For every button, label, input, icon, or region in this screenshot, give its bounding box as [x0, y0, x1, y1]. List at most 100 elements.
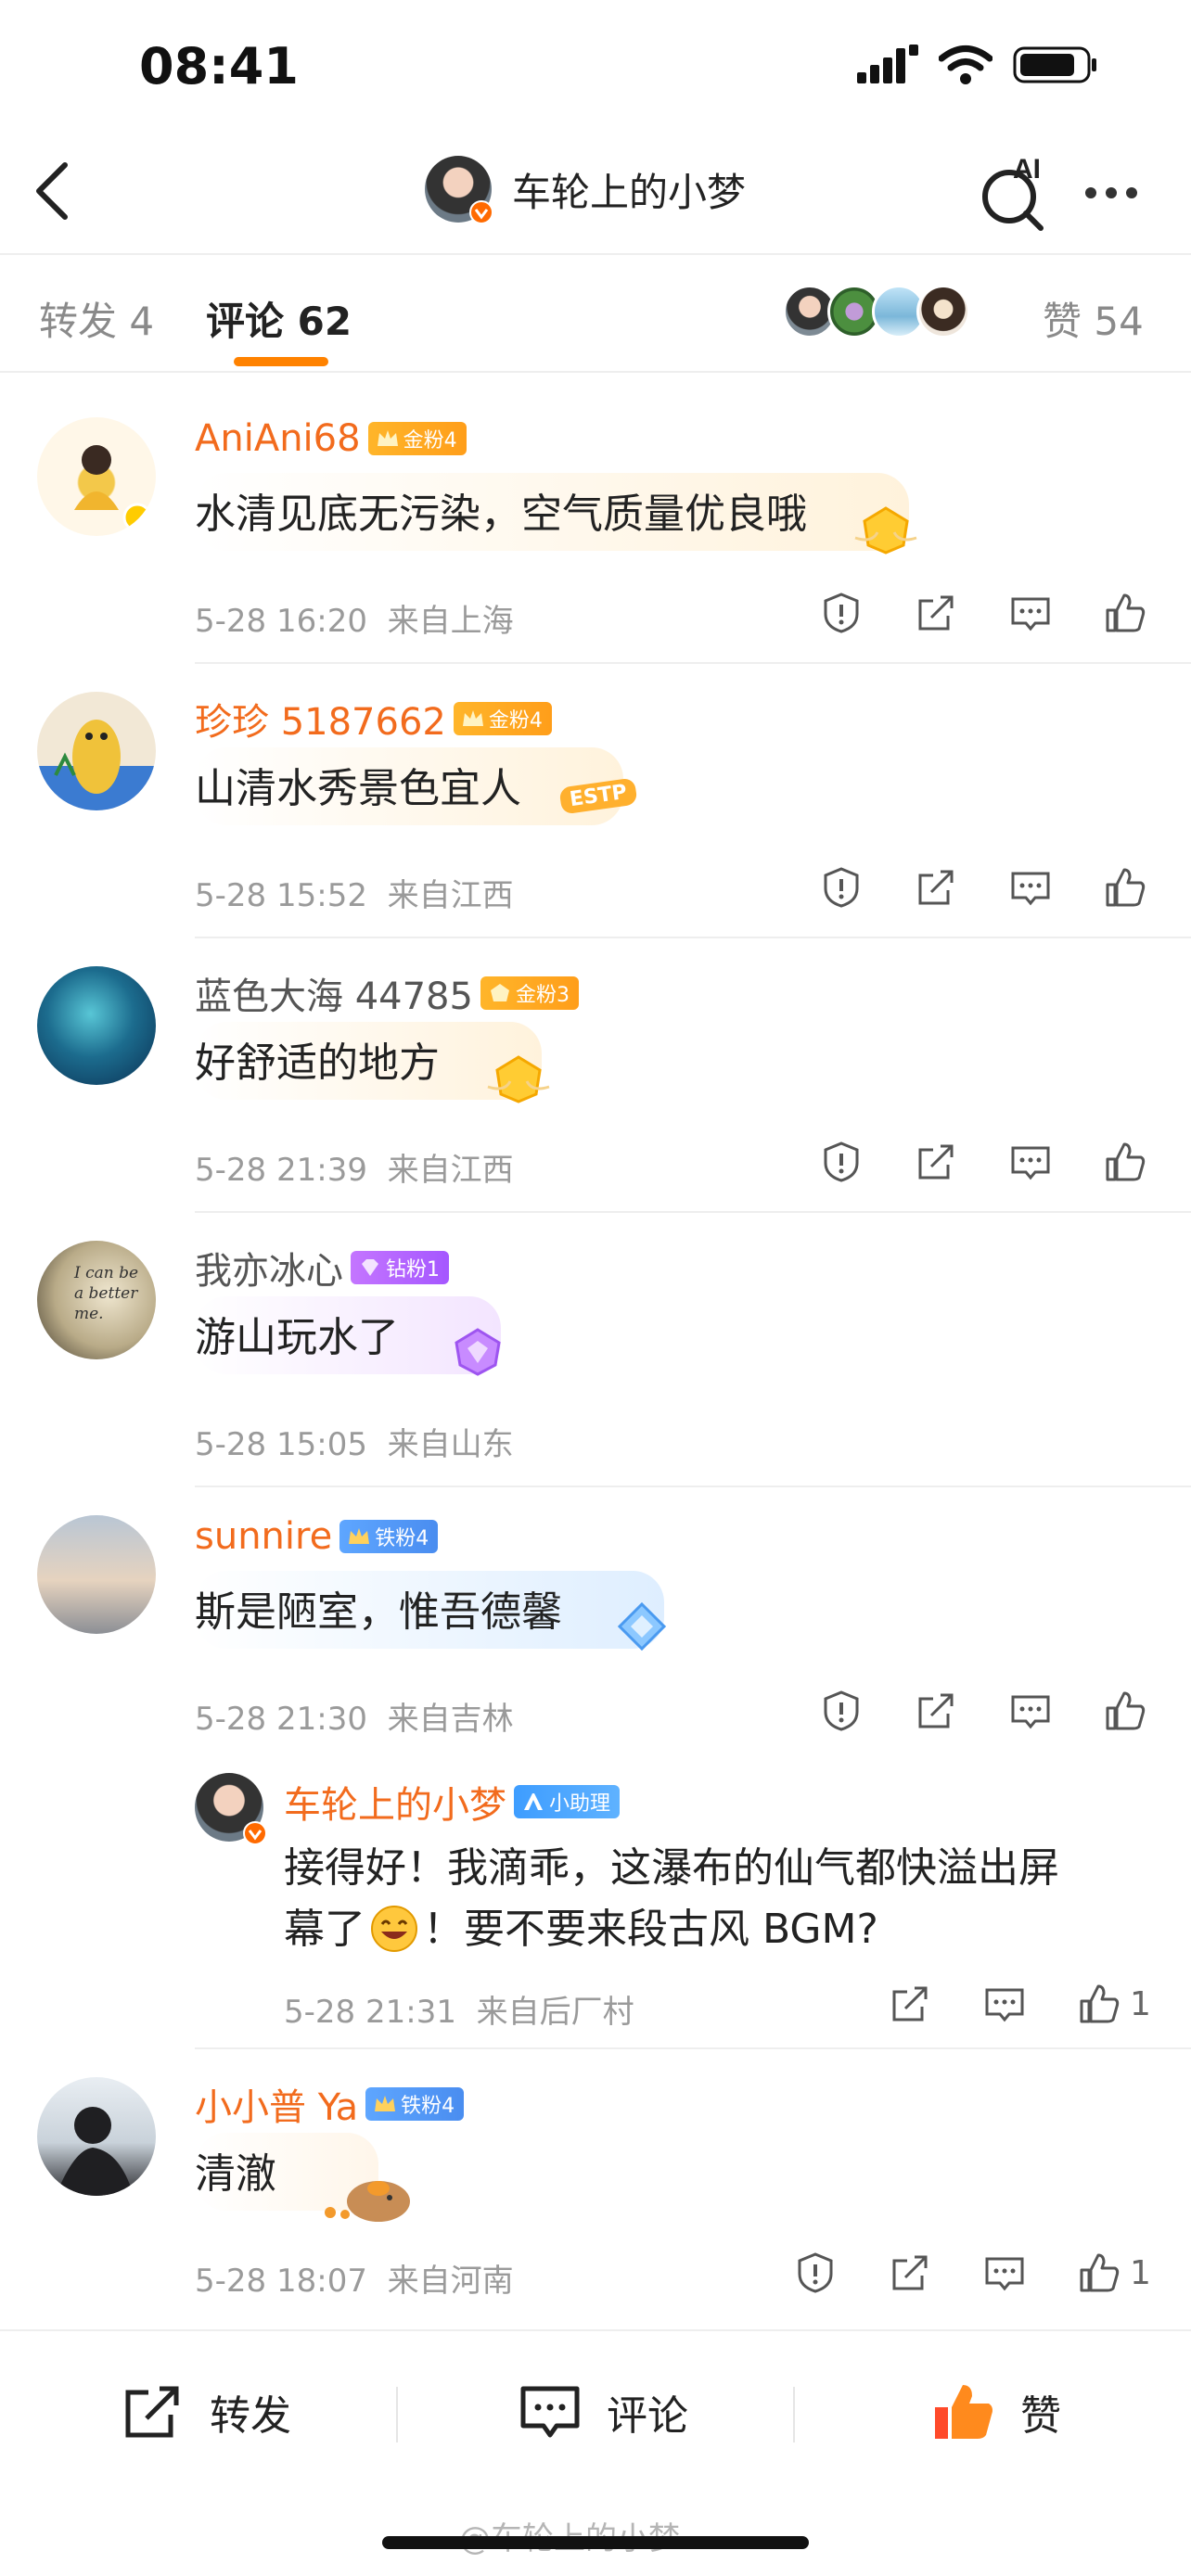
comment-username[interactable]: AniAni68	[195, 417, 361, 460]
share-icon[interactable]	[915, 1690, 957, 1732]
user-avatar[interactable]	[37, 692, 156, 810]
comment-actions	[820, 592, 1146, 634]
verified-badge-icon	[469, 200, 493, 224]
reply-actions: 1	[889, 1983, 1151, 2025]
reply-username[interactable]: 车轮上的小梦	[284, 1775, 506, 1829]
like-group[interactable]: 1	[1078, 1983, 1151, 2025]
reply-text: 接得好！我滴乖，这瀑布的仙气都快溢出屏 幕了 ！要不要来段古风 BGM?	[284, 1838, 1174, 1960]
comment-username[interactable]: 我亦冰心	[195, 1241, 343, 1294]
tab-bar: 转发 4 评论 62 赞 54	[0, 257, 1191, 373]
reply-icon[interactable]	[1009, 1690, 1052, 1732]
ai-search-icon[interactable]: AI	[974, 150, 1057, 234]
fan-badge-label: 金粉4	[488, 709, 543, 733]
comment-text-content: 清澈	[195, 2150, 276, 2198]
reply-avatar[interactable]	[195, 1773, 267, 1845]
tab-repost[interactable]: 转发 4	[39, 290, 154, 347]
user-avatar[interactable]	[37, 1515, 156, 1634]
reply-icon[interactable]	[983, 1983, 1026, 2025]
comment-time: 5-28 15:05	[195, 1426, 367, 1463]
profile-header[interactable]: 车轮上的小梦	[425, 156, 746, 224]
separator	[793, 2387, 795, 2442]
tab-likes[interactable]: 赞 54	[1043, 290, 1144, 347]
comment-meta: 5-28 21:30 来自吉林	[195, 1693, 514, 1739]
reply-text-line: 接得好！我滴乖，这瀑布的仙气都快溢出屏	[284, 1844, 1059, 1892]
cellular-signal-icon	[857, 45, 918, 83]
fan-badge[interactable]: 铁粉4	[365, 2087, 465, 2121]
reply-time: 5-28 21:31	[284, 1994, 456, 2031]
user-avatar[interactable]	[37, 2077, 156, 2196]
reply-icon[interactable]	[1009, 592, 1052, 634]
like-group[interactable]: 1	[1078, 2251, 1151, 2294]
assistant-badge[interactable]: 小助理	[514, 1785, 621, 1818]
comment-text: 山清水秀景色宜人 ESTP	[195, 747, 638, 825]
report-icon[interactable]	[820, 592, 863, 634]
comment-meta: 5-28 21:39 来自江西	[195, 1144, 514, 1190]
like-icon[interactable]	[1104, 592, 1146, 634]
share-icon[interactable]	[889, 2251, 931, 2294]
user-avatar[interactable]	[37, 966, 156, 1085]
comment-username[interactable]: sunnire	[195, 1515, 332, 1558]
like-icon[interactable]	[1104, 1141, 1146, 1183]
reply-icon[interactable]	[1009, 1141, 1052, 1183]
comment-username[interactable]: 珍珍 5187662	[195, 692, 446, 746]
ai-assistant-icon	[524, 1793, 543, 1810]
fan-badge[interactable]: 金粉3	[480, 976, 579, 1010]
like-icon[interactable]	[1078, 2251, 1121, 2294]
reply-icon[interactable]	[1009, 866, 1052, 909]
liker-avatars[interactable]	[783, 285, 970, 338]
liker-avatar	[916, 285, 970, 338]
share-icon[interactable]	[915, 592, 957, 634]
report-icon[interactable]	[820, 1141, 863, 1183]
fan-badge[interactable]: 金粉4	[367, 422, 467, 455]
comment-username[interactable]: 小小普 Ya	[195, 2077, 358, 2131]
comment-username-row: 珍珍 5187662 金粉4	[195, 692, 552, 746]
fan-badge[interactable]: 铁粉4	[339, 1520, 439, 1553]
fan-badge-label: 金粉3	[515, 984, 570, 1007]
fan-badge[interactable]: 金粉4	[453, 702, 552, 735]
comment-time: 5-28 21:30	[195, 1701, 367, 1738]
comment-location: 来自江西	[387, 877, 514, 914]
repost-button[interactable]: 转发	[121, 2379, 291, 2444]
active-tab-indicator	[234, 357, 328, 366]
comment-text: 游山玩水了	[195, 1296, 501, 1376]
share-icon[interactable]	[915, 1141, 957, 1183]
verified-badge-icon	[243, 1821, 267, 1845]
reply-icon[interactable]	[983, 2251, 1026, 2294]
comment-username[interactable]: 蓝色大海 44785	[195, 966, 473, 1020]
gold-medal-sticker-icon	[487, 1055, 550, 1103]
user-avatar[interactable]	[37, 417, 156, 536]
comment-time: 5-28 21:39	[195, 1152, 367, 1189]
battery-icon	[1013, 46, 1096, 83]
comment-username-row: sunnire 铁粉4	[195, 1515, 439, 1558]
report-icon[interactable]	[820, 1690, 863, 1732]
share-icon[interactable]	[889, 1983, 931, 2025]
comment-button[interactable]: 评论	[518, 2379, 688, 2444]
comment-icon	[520, 2386, 580, 2438]
comment-text: 水清见底无污染，空气质量优良哦	[195, 473, 917, 555]
diamond-sticker-icon	[455, 1328, 501, 1376]
tab-comments[interactable]: 评论 62	[206, 290, 352, 347]
status-bar: 08:41	[0, 0, 1191, 139]
like-icon[interactable]	[1078, 1983, 1121, 2025]
report-icon[interactable]	[820, 866, 863, 909]
comment-text: 斯是陋室，惟吾德馨	[195, 1571, 667, 1651]
home-indicator[interactable]	[382, 2536, 809, 2549]
comment-username-row: 我亦冰心 钻粉1	[195, 1241, 449, 1294]
report-icon[interactable]	[794, 2251, 837, 2294]
like-icon[interactable]	[1104, 1690, 1146, 1732]
comment-username-row: 蓝色大海 44785 金粉3	[195, 966, 579, 1020]
user-avatar[interactable]: I can be a better me.	[37, 1241, 156, 1359]
avatar-caption: I can be a better me.	[74, 1264, 139, 1323]
repost-label: 转发	[210, 2392, 291, 2440]
like-button[interactable]: 赞	[931, 2379, 1061, 2444]
share-icon[interactable]	[915, 866, 957, 909]
comment-divider	[195, 1211, 1191, 1213]
status-time: 08:41	[139, 37, 299, 96]
like-icon[interactable]	[1104, 866, 1146, 909]
more-options-icon[interactable]	[1085, 187, 1137, 198]
author-avatar[interactable]	[425, 156, 493, 224]
comment-location: 来自吉林	[387, 1701, 514, 1738]
fan-badge-label: 铁粉4	[401, 2095, 455, 2118]
back-arrow-icon[interactable]	[28, 158, 93, 223]
fan-badge[interactable]: 钻粉1	[351, 1251, 449, 1284]
